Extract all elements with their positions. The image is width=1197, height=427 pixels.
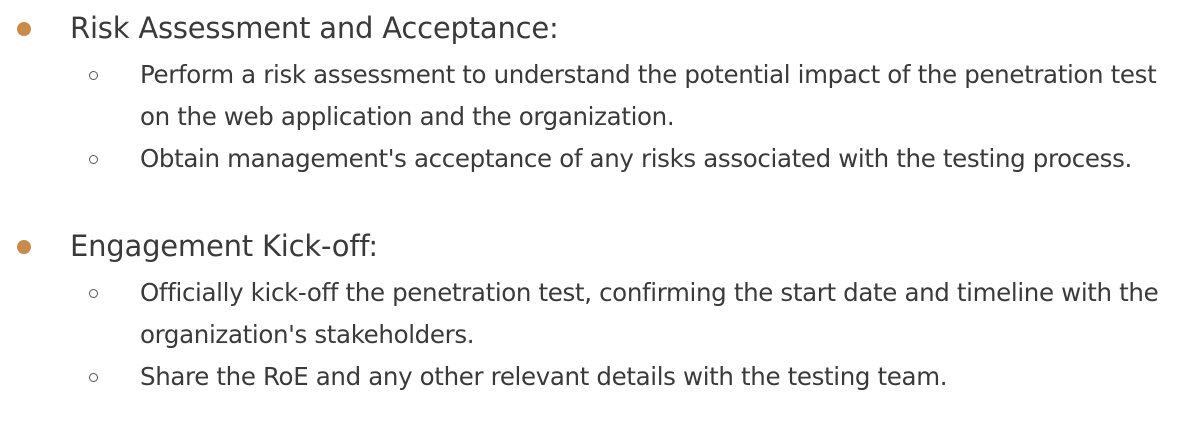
hollow-circle-bullet-icon <box>89 155 98 164</box>
section-heading: Engagement Kick-off: <box>70 229 378 263</box>
section-heading: Risk Assessment and Acceptance: <box>70 11 559 45</box>
sub-bullet-text: Obtain management's acceptance of any ri… <box>140 144 1132 173</box>
bullet-dot-icon <box>17 22 31 36</box>
sub-bullet-text: Officially kick-off the penetration test… <box>140 278 1159 349</box>
hollow-circle-bullet-icon <box>89 373 98 382</box>
bullet-dot-icon <box>17 240 31 254</box>
document-body: Risk Assessment and Acceptance: Perform … <box>0 0 1197 427</box>
hollow-circle-bullet-icon <box>89 289 98 298</box>
hollow-circle-bullet-icon <box>89 71 98 80</box>
sub-bullet-text: Perform a risk assessment to understand … <box>140 60 1157 131</box>
sub-bullet-text: Share the RoE and any other relevant det… <box>140 362 948 391</box>
